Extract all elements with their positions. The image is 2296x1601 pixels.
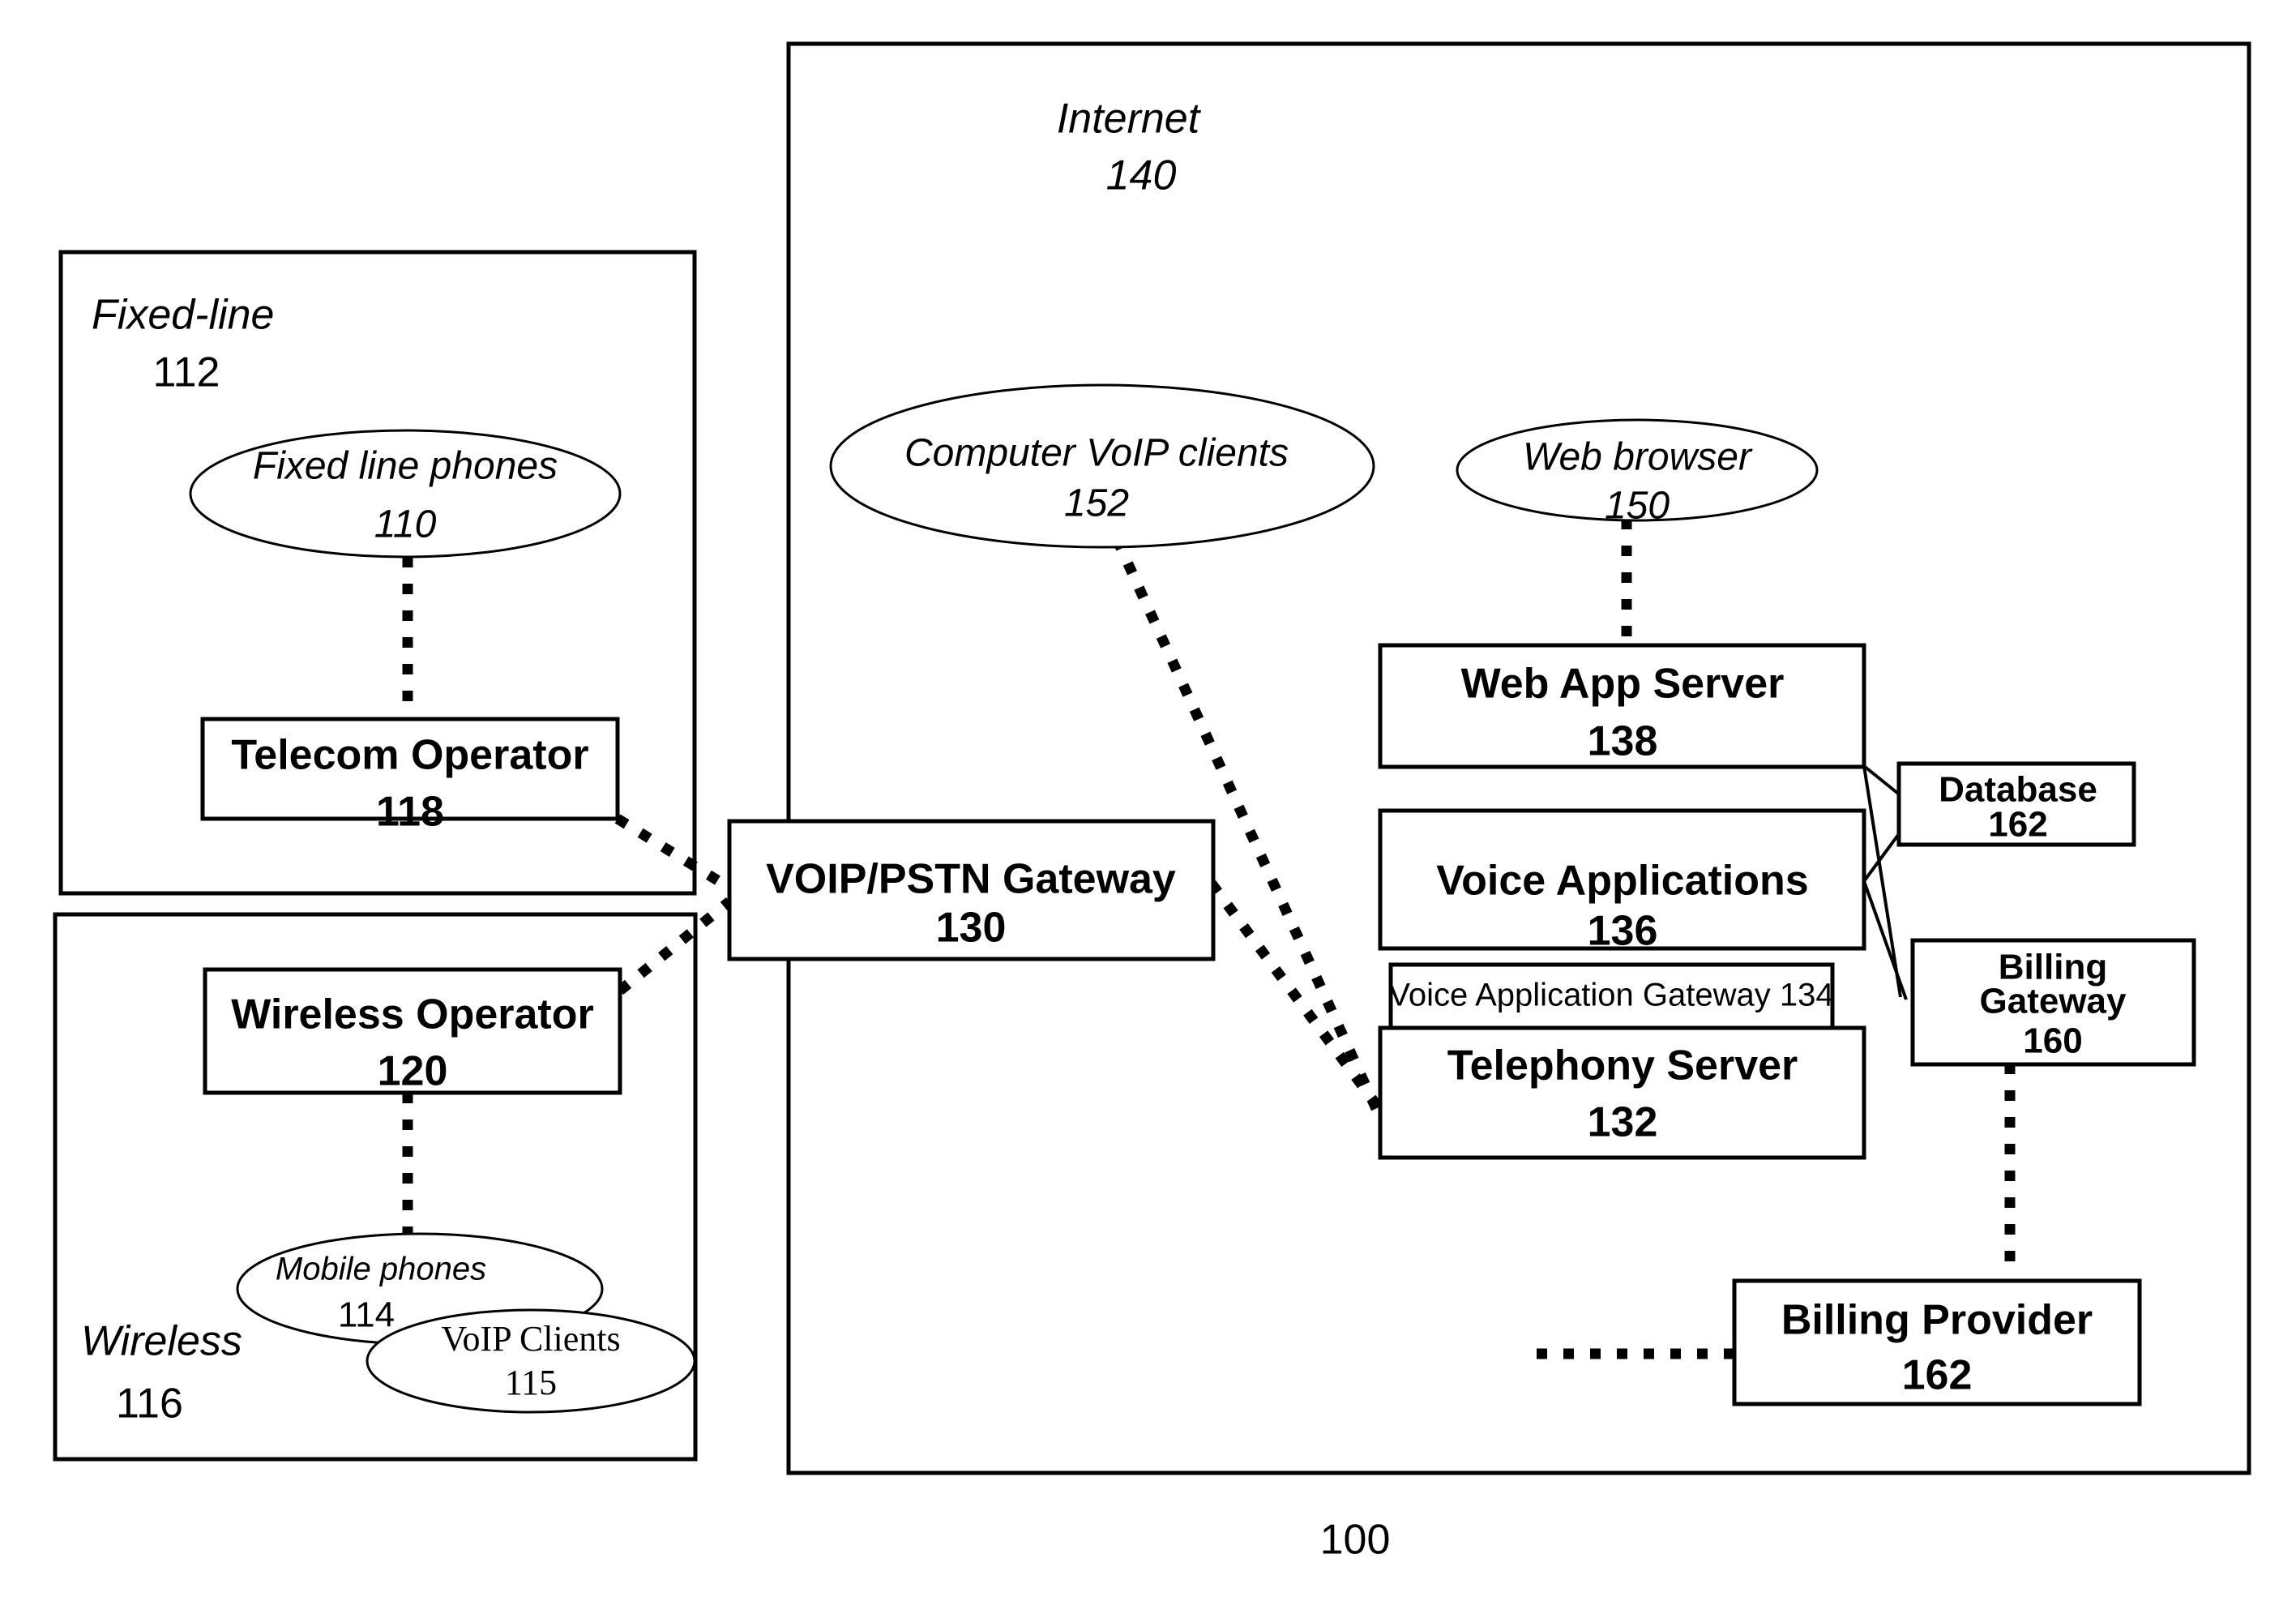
node-web-app-server: Web App Server 138 (1378, 643, 1866, 769)
billing-provider-label: Billing Provider (1781, 1297, 2093, 1344)
wireless-label: Wireless (81, 1318, 242, 1365)
fixed-line-phones-label: Fixed line phones (253, 445, 558, 488)
node-telecom-operator: Telecom Operator 118 (200, 717, 620, 836)
figure-caption: 100 (1320, 1517, 1391, 1564)
computer-voip-clients-ref: 152 (1064, 482, 1129, 525)
database-ref: 162 (1988, 805, 2047, 845)
node-wireless-operator: Wireless Operator 120 (203, 967, 622, 1095)
voip-pstn-gateway-ref: 130 (936, 905, 1007, 952)
fixed-line-ref: 112 (153, 349, 220, 396)
web-browser-ref: 150 (1605, 485, 1670, 528)
node-voip-clients: VoIP Clients 115 (366, 1308, 696, 1414)
internet-ref: 140 (1106, 152, 1177, 199)
node-telephony-server: Telephony Server 132 (1378, 1025, 1866, 1160)
voip-clients-ref: 115 (505, 1363, 557, 1402)
fixed-line-label: Fixed-line (92, 292, 274, 339)
billing-gateway-ref: 160 (2023, 1021, 2082, 1061)
internet-label: Internet (1057, 96, 1202, 143)
database-label: Database (1939, 770, 2097, 810)
web-app-server-ref: 138 (1588, 718, 1658, 765)
link-webappserver-billinggateway (1862, 765, 1902, 998)
telephony-server-label: Telephony Server (1447, 1042, 1798, 1089)
computer-voip-clients-label: Computer VoIP clients (904, 432, 1289, 475)
billing-gateway-label-line2: Gateway (1980, 982, 2127, 1021)
link-gateway-telephonyserver (1207, 880, 1383, 1110)
telecom-operator-label: Telecom Operator (231, 732, 588, 779)
web-browser-label: Web browser (1523, 436, 1753, 479)
wireless-operator-label: Wireless Operator (231, 991, 593, 1038)
telephony-server-ref: 132 (1588, 1099, 1658, 1146)
voice-application-gateway-label: Voice Application Gateway 134 (1388, 978, 1833, 1013)
wireless-operator-ref: 120 (378, 1048, 448, 1095)
voice-applications-label: Voice Applications (1436, 858, 1808, 905)
node-voip-pstn-gateway: VOIP/PSTN Gateway 130 (727, 819, 1216, 961)
patent-figure-diagram: Internet 140 Fixed-line 112 Wireless 116 (0, 0, 2296, 1601)
node-billing-provider: Billing Provider 162 (1732, 1278, 2142, 1406)
node-billing-gateway: Billing Gateway 160 (1910, 938, 2196, 1067)
link-telecom-gateway (614, 814, 733, 893)
voice-applications-ref: 136 (1588, 908, 1658, 955)
voip-clients-label: VoIP Clients (441, 1319, 620, 1359)
node-fixed-line-phones: Fixed line phones 110 (189, 429, 622, 559)
telecom-operator-ref: 118 (376, 789, 444, 836)
mobile-phones-label: Mobile phones (276, 1252, 486, 1287)
billing-provider-ref: 162 (1902, 1352, 1973, 1399)
node-voice-application-gateway: Voice Application Gateway 134 (1388, 962, 1835, 1030)
node-database: Database 162 (1896, 761, 2136, 847)
web-app-server-label: Web App Server (1461, 661, 1785, 708)
mobile-phones-ref: 114 (338, 1295, 395, 1335)
wireless-ref: 116 (116, 1381, 183, 1428)
fixed-line-phones-ref: 110 (374, 503, 437, 546)
node-computer-voip-clients: Computer VoIP clients 152 (829, 383, 1375, 549)
node-voice-applications: Voice Applications 136 (1378, 808, 1866, 955)
voip-pstn-gateway-label: VOIP/PSTN Gateway (766, 856, 1176, 903)
node-web-browser: Web browser 150 (1456, 418, 1819, 528)
